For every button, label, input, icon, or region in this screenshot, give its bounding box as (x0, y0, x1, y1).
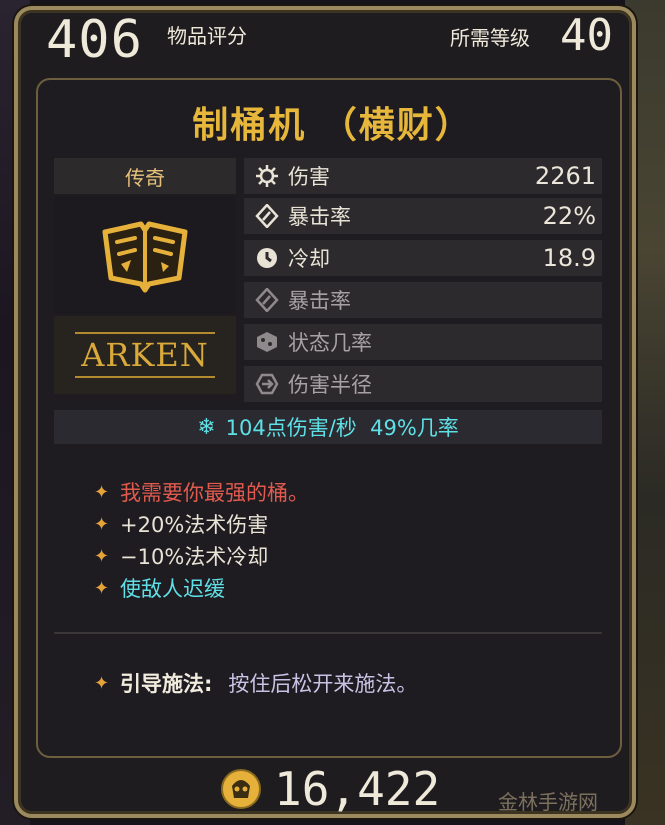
effect-text: 使敌人迟缓 (120, 577, 225, 601)
item-icon-box (54, 196, 236, 314)
effect-item: ✦ 使敌人迟缓 (94, 572, 309, 604)
effect-item: ✦ +20%法术伤害 (94, 508, 309, 540)
money-icon (221, 769, 261, 809)
manufacturer-logo: ARKEN (75, 332, 215, 378)
effect-text: +20%法术伤害 (120, 513, 269, 537)
effect-text: 我需要你最强的桶。 (120, 481, 309, 505)
price-value: 16,422 (274, 762, 441, 816)
watermark: 金林手游网 (498, 790, 598, 814)
elemental-effect-text: 104点伤害/秒 49%几率 (225, 416, 459, 440)
radius-icon (254, 371, 280, 397)
stat-row-crit-empty: 暴击率 (244, 282, 602, 318)
divider (54, 632, 602, 634)
stat-row-damage: 伤害 2261 (244, 158, 602, 194)
stat-label: 伤害半径 (288, 373, 372, 397)
effects-list: ✦ 我需要你最强的桶。 ✦ +20%法术伤害 ✦ −10%法术冷却 ✦ 使敌人迟… (94, 476, 309, 604)
item-score-value: 406 (46, 10, 143, 70)
stat-row-cooldown: 冷却 18.9 (244, 240, 602, 276)
required-level-value: 40 (560, 10, 613, 61)
stat-value: 18.9 (542, 244, 596, 272)
damage-icon (254, 163, 280, 189)
channel-desc: 按住后松开来施法。 (228, 672, 418, 696)
star-icon: ✦ (94, 513, 110, 535)
cooldown-icon (254, 245, 280, 271)
effect-item: ✦ 我需要你最强的桶。 (94, 476, 309, 508)
star-icon: ✦ (94, 545, 110, 567)
star-icon: ✦ (94, 481, 110, 503)
effect-item: ✦ −10%法术冷却 (94, 540, 309, 572)
rarity-label: 传奇 (54, 158, 236, 194)
stat-row-crit: 暴击率 22% (244, 198, 602, 234)
stat-label: 冷却 (288, 247, 330, 271)
stat-row-status: 状态几率 (244, 324, 602, 360)
channel-label: 引导施法: (120, 672, 213, 696)
manufacturer-box: ARKEN (54, 316, 236, 394)
item-name: 制桶机 （横财） (192, 105, 473, 146)
price-row: 16,422 (220, 762, 440, 816)
stat-value: 2261 (534, 162, 596, 190)
crit-icon (254, 203, 280, 229)
spellbook-icon (102, 221, 188, 293)
required-level-label: 所需等级 (450, 26, 530, 50)
effect-text: −10%法术冷却 (120, 545, 269, 569)
star-icon: ✦ (94, 577, 110, 599)
stat-row-radius: 伤害半径 (244, 366, 602, 402)
stat-label: 暴击率 (288, 289, 351, 313)
channel-cast-row: ✦ 引导施法: 按住后松开来施法。 (94, 668, 417, 698)
crit-icon (254, 287, 280, 313)
star-icon: ✦ (94, 672, 110, 694)
item-score-label: 物品评分 (167, 24, 247, 48)
stat-label: 状态几率 (288, 331, 372, 355)
stat-value: 22% (542, 202, 596, 230)
status-icon (254, 329, 280, 355)
cryo-icon: ❄ (197, 414, 216, 440)
elemental-effect-row: ❄ 104点伤害/秒 49%几率 (54, 410, 602, 444)
stat-label: 伤害 (288, 165, 330, 189)
stat-label: 暴击率 (288, 205, 351, 229)
